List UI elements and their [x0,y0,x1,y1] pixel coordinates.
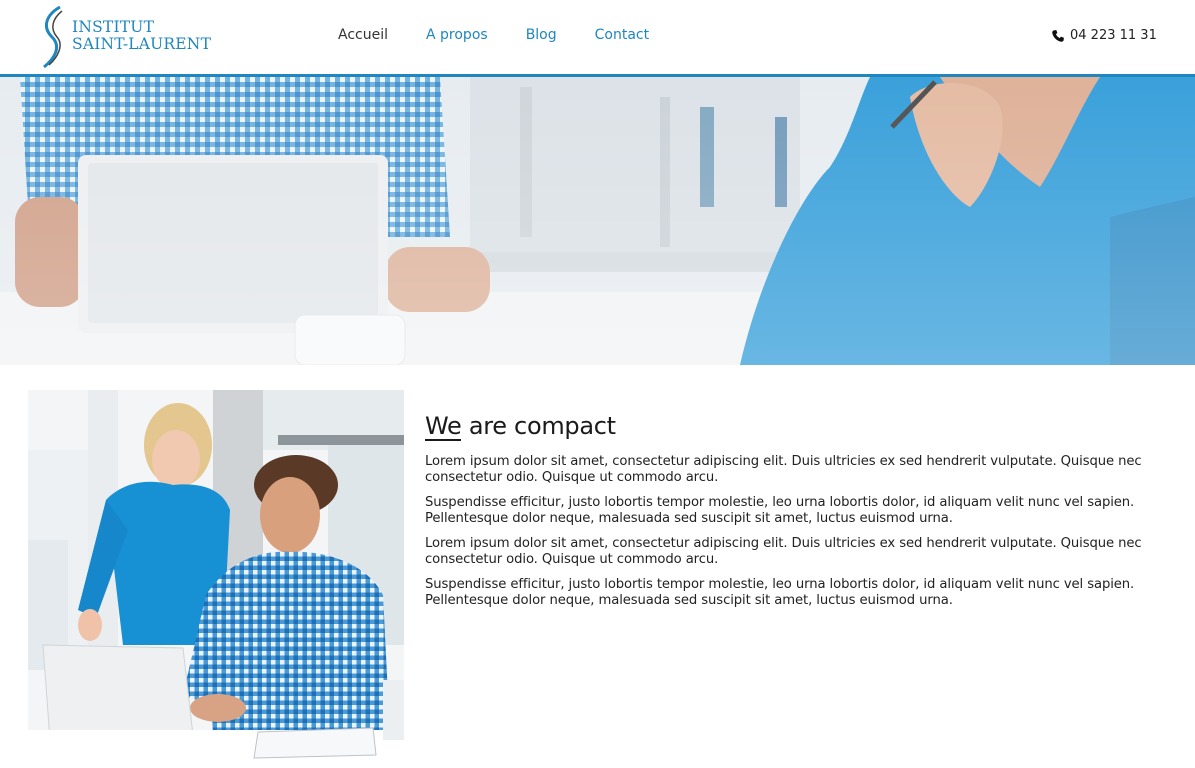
nav-item-a-propos[interactable]: A propos [426,27,488,43]
logo-line-1: INSTITUT [72,18,155,36]
logo-text: INSTITUT SAINT-LAURENT [72,19,211,53]
site-header: INSTITUT SAINT-LAURENT Accueil A propos … [0,0,1195,74]
hero-office-photo [0,77,1195,365]
nav-item-contact[interactable]: Contact [595,27,649,43]
heading-underline [425,439,461,441]
nav-item-blog[interactable]: Blog [526,27,557,43]
about-section: We are compact Lorem ipsum dolor sit ame… [425,412,1165,618]
section-heading: We are compact [425,412,1165,441]
paragraph-2: Suspendisse efficitur, justo lobortis te… [425,495,1135,526]
phone-contact[interactable]: 04 223 11 31 [1051,28,1157,43]
main-nav: Accueil A propos Blog Contact [338,27,687,43]
logo-swirl-icon [43,5,63,69]
phone-number: 04 223 11 31 [1070,28,1157,43]
team-photo [28,390,404,768]
hero-banner-image [0,77,1195,365]
paragraph-3: Lorem ipsum dolor sit amet, consectetur … [425,536,1142,567]
paragraph-4: Suspendisse efficitur, justo lobortis te… [425,577,1135,608]
team-laptop-photo [28,390,404,768]
section-heading-text: We are compact [425,412,616,440]
nav-item-accueil[interactable]: Accueil [338,27,388,43]
phone-icon [1052,29,1064,42]
logo-line-2: SAINT-LAURENT [72,35,212,53]
paragraph-1: Lorem ipsum dolor sit amet, consectetur … [425,454,1142,485]
site-logo[interactable]: INSTITUT SAINT-LAURENT [40,5,240,69]
